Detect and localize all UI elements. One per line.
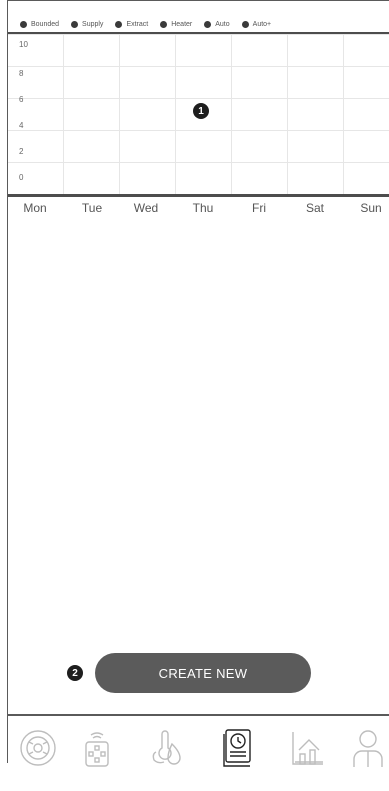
chart-bottom-border xyxy=(8,194,389,197)
legend-dot-icon xyxy=(71,20,79,28)
callout-marker-1: 1 xyxy=(193,103,209,119)
callout-marker-2: 2 xyxy=(67,665,83,681)
tab-remote[interactable] xyxy=(77,726,117,770)
tabbar-border xyxy=(8,714,389,716)
legend-dot-icon xyxy=(160,20,168,28)
gridline xyxy=(8,66,389,67)
remote-control-icon xyxy=(85,732,109,767)
day-label-sat: Sat xyxy=(305,201,325,215)
day-label-mon: Mon xyxy=(23,201,47,215)
legend-dot-icon xyxy=(241,20,249,28)
gridline xyxy=(8,130,389,131)
y-tick-label: 2 xyxy=(19,147,24,156)
legend-dot-icon xyxy=(115,20,123,28)
legend-item-auto[interactable]: Auto xyxy=(204,20,230,28)
tab-statistics[interactable] xyxy=(287,726,327,770)
gridline xyxy=(287,34,288,194)
gridline xyxy=(175,34,176,194)
y-tick-label: 10 xyxy=(19,40,28,49)
gridline xyxy=(343,34,344,194)
legend-item-heater[interactable]: Heater xyxy=(160,20,192,28)
day-label-wed: Wed xyxy=(133,201,159,215)
schedule-icon xyxy=(223,729,251,767)
y-tick-label: 0 xyxy=(19,173,24,182)
legend-item-auto-plus[interactable]: Auto+ xyxy=(241,20,271,28)
statistics-icon xyxy=(292,732,323,765)
gridline xyxy=(63,34,64,194)
legend-item-extract[interactable]: Extract xyxy=(115,20,148,28)
chart-legend: Bounded Supply Extract Heater Auto Auto+ xyxy=(20,17,389,31)
legend-item-supply[interactable]: Supply xyxy=(71,20,103,28)
gridline xyxy=(8,34,389,35)
legend-item-bounded[interactable]: Bounded xyxy=(20,20,59,28)
y-tick-label: 6 xyxy=(19,95,24,104)
legend-dot-icon xyxy=(20,20,27,28)
day-label-thu: Thu xyxy=(192,201,214,215)
gridline xyxy=(119,34,120,194)
day-label-sun: Sun xyxy=(360,201,382,215)
create-new-button[interactable]: CREATE NEW xyxy=(95,653,311,693)
tab-climate[interactable] xyxy=(148,726,188,770)
tab-profile[interactable] xyxy=(348,726,388,770)
tab-fan[interactable] xyxy=(18,726,58,770)
legend-dot-icon xyxy=(204,20,212,28)
day-label-fri: Fri xyxy=(252,201,266,215)
y-tick-label: 8 xyxy=(19,69,24,78)
y-tick-label: 4 xyxy=(19,121,24,130)
temperature-humidity-icon xyxy=(152,730,181,765)
weekday-axis: Mon Tue Wed Thu Fri Sat Sun xyxy=(8,201,389,217)
gridline xyxy=(231,34,232,194)
fan-icon xyxy=(20,730,56,766)
day-label-tue: Tue xyxy=(81,201,103,215)
gridline xyxy=(8,98,389,99)
gridline xyxy=(8,162,389,163)
user-icon xyxy=(353,730,383,767)
tab-schedule[interactable] xyxy=(218,726,258,770)
